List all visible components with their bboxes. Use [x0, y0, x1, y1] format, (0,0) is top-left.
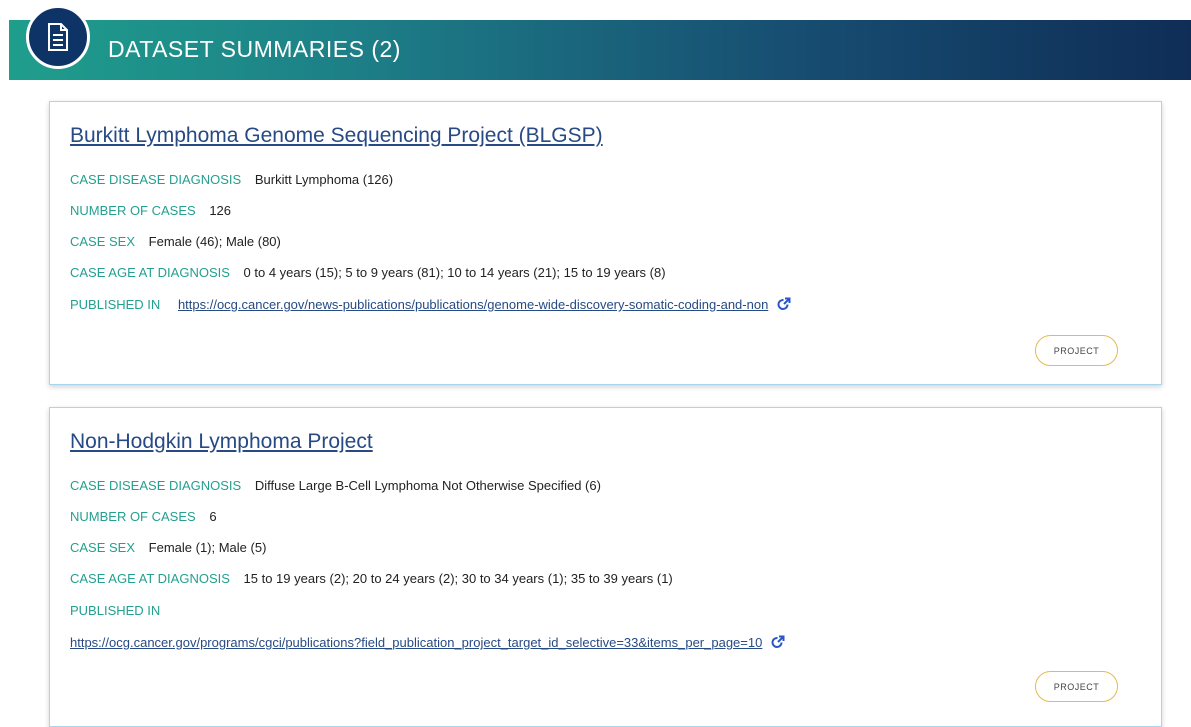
project-button[interactable]: PROJECT: [1035, 671, 1118, 702]
field-label: CASE DISEASE DIAGNOSIS: [70, 172, 242, 187]
field-age-at-diagnosis: CASE AGE AT DIAGNOSIS 15 to 19 years (2)…: [70, 571, 673, 586]
page-title: DATASET SUMMARIES (2): [108, 36, 401, 62]
document-icon: [26, 5, 90, 69]
dataset-card: Non-Hodgkin Lymphoma Project CASE DISEAS…: [49, 407, 1162, 727]
project-button[interactable]: PROJECT: [1035, 335, 1118, 366]
field-label: CASE AGE AT DIAGNOSIS: [70, 265, 230, 280]
field-value: 126: [209, 203, 232, 218]
publication-link[interactable]: https://ocg.cancer.gov/news-publications…: [178, 297, 768, 312]
field-label: CASE SEX: [70, 540, 136, 555]
field-published-in: PUBLISHED IN: [70, 603, 170, 618]
field-value: Female (1); Male (5): [148, 540, 267, 555]
field-label: NUMBER OF CASES: [70, 509, 196, 524]
external-link-icon[interactable]: [770, 635, 785, 653]
dataset-title-link[interactable]: Non-Hodgkin Lymphoma Project: [70, 430, 373, 454]
field-value: Diffuse Large B-Cell Lymphoma Not Otherw…: [254, 478, 601, 493]
field-disease-diagnosis: CASE DISEASE DIAGNOSIS Burkitt Lymphoma …: [70, 172, 393, 187]
dataset-card: Burkitt Lymphoma Genome Sequencing Proje…: [49, 101, 1162, 385]
field-published-in: PUBLISHED IN https://ocg.cancer.gov/news…: [70, 297, 791, 315]
external-link-icon[interactable]: [776, 297, 791, 315]
field-label: PUBLISHED IN: [70, 603, 161, 618]
field-number-of-cases: NUMBER OF CASES 126: [70, 203, 231, 218]
field-label: CASE SEX: [70, 234, 136, 249]
dataset-title-link[interactable]: Burkitt Lymphoma Genome Sequencing Proje…: [70, 124, 603, 148]
field-value: 15 to 19 years (2); 20 to 24 years (2); …: [243, 571, 673, 586]
publication-link[interactable]: https://ocg.cancer.gov/programs/cgci/pub…: [70, 635, 762, 650]
field-label: PUBLISHED IN: [70, 297, 161, 312]
field-disease-diagnosis: CASE DISEASE DIAGNOSIS Diffuse Large B-C…: [70, 478, 601, 493]
field-label: NUMBER OF CASES: [70, 203, 196, 218]
field-label: CASE AGE AT DIAGNOSIS: [70, 571, 230, 586]
field-value: 6: [209, 509, 217, 524]
field-age-at-diagnosis: CASE AGE AT DIAGNOSIS 0 to 4 years (15);…: [70, 265, 666, 280]
field-value: Burkitt Lymphoma (126): [254, 172, 394, 187]
field-published-link: https://ocg.cancer.gov/programs/cgci/pub…: [70, 635, 785, 653]
field-number-of-cases: NUMBER OF CASES 6: [70, 509, 217, 524]
field-case-sex: CASE SEX Female (46); Male (80): [70, 234, 281, 249]
field-label: CASE DISEASE DIAGNOSIS: [70, 478, 242, 493]
field-case-sex: CASE SEX Female (1); Male (5): [70, 540, 266, 555]
field-value: 0 to 4 years (15); 5 to 9 years (81); 10…: [243, 265, 666, 280]
field-value: Female (46); Male (80): [148, 234, 281, 249]
